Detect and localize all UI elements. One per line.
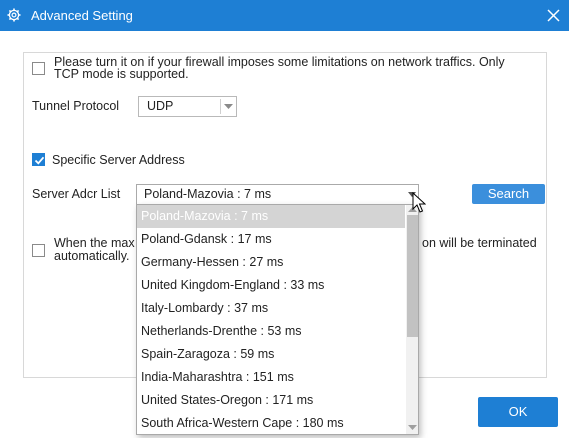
- specific-server-label: Specific Server Address: [52, 153, 185, 167]
- dropdown-option[interactable]: Italy-Lombardy : 37 ms: [137, 297, 405, 320]
- gear-icon: [7, 8, 21, 22]
- server-list-select[interactable]: Poland-Mazovia : 7 ms: [136, 184, 419, 205]
- mouse-cursor-icon: [412, 192, 426, 213]
- search-button[interactable]: Search: [472, 184, 545, 204]
- server-list-value: Poland-Mazovia : 7 ms: [144, 187, 272, 201]
- server-dropdown-list[interactable]: Poland-Mazovia : 7 ms Poland-Gdansk : 17…: [136, 204, 419, 435]
- dropdown-option[interactable]: Netherlands-Drenthe : 53 ms: [137, 320, 405, 343]
- dropdown-option[interactable]: Germany-Hessen : 27 ms: [137, 251, 405, 274]
- firewall-tcp-text-line2: TCP mode is supported.: [54, 67, 189, 81]
- dropdown-option[interactable]: South Africa-Western Cape : 180 ms: [137, 412, 405, 434]
- dropdown-option[interactable]: United States-Oregon : 171 ms: [137, 389, 405, 412]
- specific-server-checkbox[interactable]: [32, 153, 45, 166]
- dropdown-option[interactable]: United Kingdom-England : 33 ms: [137, 274, 405, 297]
- scrollbar-thumb[interactable]: [407, 215, 418, 337]
- dropdown-option[interactable]: India-Maharashtra : 151 ms: [137, 366, 405, 389]
- server-list-label: Server Adcr List: [32, 187, 121, 201]
- dropdown-option[interactable]: Spain-Zaragoza : 59 ms: [137, 343, 405, 366]
- window-title: Advanced Setting: [31, 8, 133, 23]
- auto-terminate-text-right: on will be terminated: [422, 236, 537, 250]
- dropdown-scrollbar[interactable]: [406, 205, 418, 434]
- firewall-tcp-checkbox[interactable]: [32, 62, 45, 75]
- checkmark-icon: [34, 156, 45, 165]
- tunnel-protocol-value: UDP: [147, 99, 174, 113]
- dropdown-option[interactable]: Poland-Gdansk : 17 ms: [137, 228, 405, 251]
- auto-terminate-text-line2: automatically.: [54, 249, 130, 263]
- auto-terminate-checkbox[interactable]: [32, 244, 45, 257]
- scroll-down-arrow-icon[interactable]: [408, 424, 417, 431]
- close-icon[interactable]: [546, 8, 561, 23]
- chevron-down-icon[interactable]: [224, 104, 233, 110]
- tunnel-protocol-label: Tunnel Protocol: [32, 99, 120, 113]
- title-bar: Advanced Setting: [0, 0, 569, 31]
- dropdown-option[interactable]: Poland-Mazovia : 7 ms: [137, 205, 405, 228]
- select-divider: [220, 99, 221, 114]
- ok-button[interactable]: OK: [478, 397, 558, 427]
- tunnel-protocol-select[interactable]: UDP: [138, 96, 237, 117]
